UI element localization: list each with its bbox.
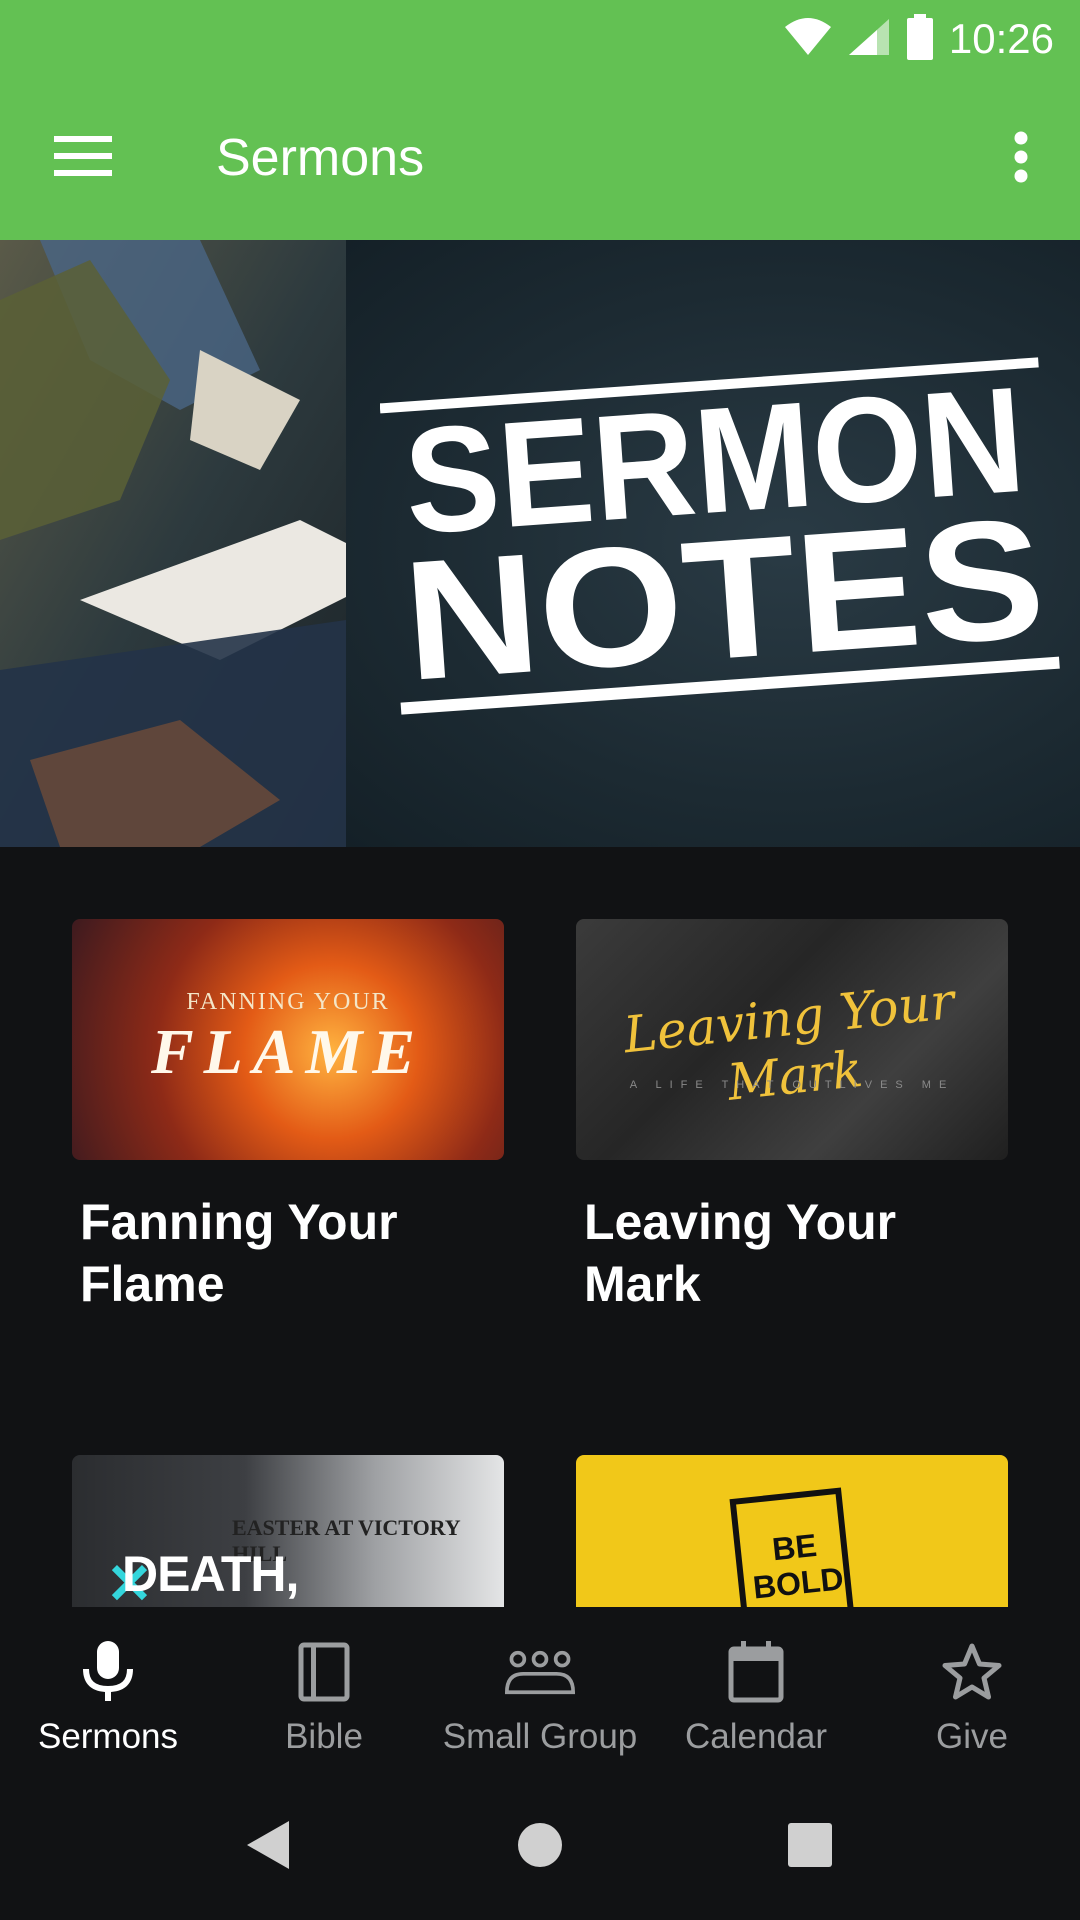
group-icon [505, 1637, 575, 1707]
nav-item-small-group[interactable]: Small Group [432, 1607, 648, 1775]
recents-square-icon [787, 1822, 833, 1873]
status-bar: 10:26 [0, 0, 1080, 78]
series-card[interactable]: EASTER AT VICTORY HILL ✕ DEATH, DEFEATED [72, 1455, 504, 1609]
bottom-navigation: Sermons Bible Small Group Calendar Give [0, 1607, 1080, 1775]
overflow-menu-button[interactable] [988, 118, 1054, 200]
thumbnail-art-text: A LIFE THAT OUTLIVES ME [629, 1079, 955, 1091]
series-thumbnail: BE BOLD [576, 1455, 1008, 1609]
status-time: 10:26 [948, 15, 1054, 62]
cellular-signal-icon [847, 17, 891, 62]
thumbnail-art-text: BE BOLD [747, 1524, 845, 1606]
recents-button[interactable] [770, 1807, 850, 1887]
microphone-icon [73, 1637, 143, 1707]
nav-label: Sermons [37, 1717, 179, 1756]
series-title: Leaving Your Mark [584, 1194, 897, 1312]
nav-label: Calendar [684, 1717, 828, 1756]
nav-item-sermons[interactable]: Sermons [0, 1607, 216, 1775]
nav-item-give[interactable]: Give [864, 1607, 1080, 1775]
home-circle-icon [517, 1822, 563, 1873]
series-card[interactable]: BE BOLD [576, 1455, 1008, 1609]
menu-button[interactable] [40, 123, 126, 193]
thumbnail-art-text: DEATH, DEFEATED [122, 1546, 381, 1609]
series-thumbnail: EASTER AT VICTORY HILL ✕ DEATH, DEFEATED [72, 1455, 504, 1609]
back-button[interactable] [228, 1807, 308, 1887]
battery-icon [905, 13, 935, 65]
hamburger-menu-icon [54, 134, 112, 183]
system-navigation-bar [0, 1775, 1080, 1920]
thumbnail-art-text: Leaving Your Mark [620, 971, 957, 1112]
nav-item-calendar[interactable]: Calendar [648, 1607, 864, 1775]
series-thumbnail: Leaving Your Mark A LIFE THAT OUTLIVES M… [576, 919, 1008, 1160]
hero-sermon-notes-art: SERMON NOTES [380, 355, 1060, 717]
series-card[interactable]: FANNING YOUR FLAME Fanning Your Flame [72, 919, 504, 1312]
thumbnail-art-text-line1: BE [770, 1526, 819, 1568]
nav-label: Bible [285, 1717, 363, 1756]
nav-label: Give [936, 1717, 1008, 1756]
page-title: Sermons [216, 129, 425, 187]
thumbnail-art-text: FANNING YOUR [186, 989, 390, 1015]
nav-item-bible[interactable]: Bible [216, 1607, 432, 1775]
star-icon [937, 1637, 1007, 1707]
app-bar: Sermons [0, 78, 1080, 240]
series-thumbnail: FANNING YOUR FLAME [72, 919, 504, 1160]
series-title: Fanning Your Flame [80, 1194, 398, 1312]
back-triangle-icon [245, 1819, 291, 1876]
status-icons: 10:26 [783, 10, 1054, 68]
book-icon [289, 1637, 359, 1707]
hero-carousel[interactable]: SERMON NOTES [0, 240, 1080, 847]
home-button[interactable] [500, 1807, 580, 1887]
more-vert-icon [1013, 131, 1029, 188]
screen: 10:26 Sermons SERMON NOTES FANNING YOUR … [0, 0, 1080, 1920]
series-card[interactable]: Leaving Your Mark A LIFE THAT OUTLIVES M… [576, 919, 1008, 1312]
thumbnail-art-text: FLAME [150, 1016, 426, 1087]
wifi-icon [783, 17, 833, 62]
calendar-icon [721, 1637, 791, 1707]
hero-photo [0, 240, 400, 847]
nav-label: Small Group [442, 1717, 638, 1756]
